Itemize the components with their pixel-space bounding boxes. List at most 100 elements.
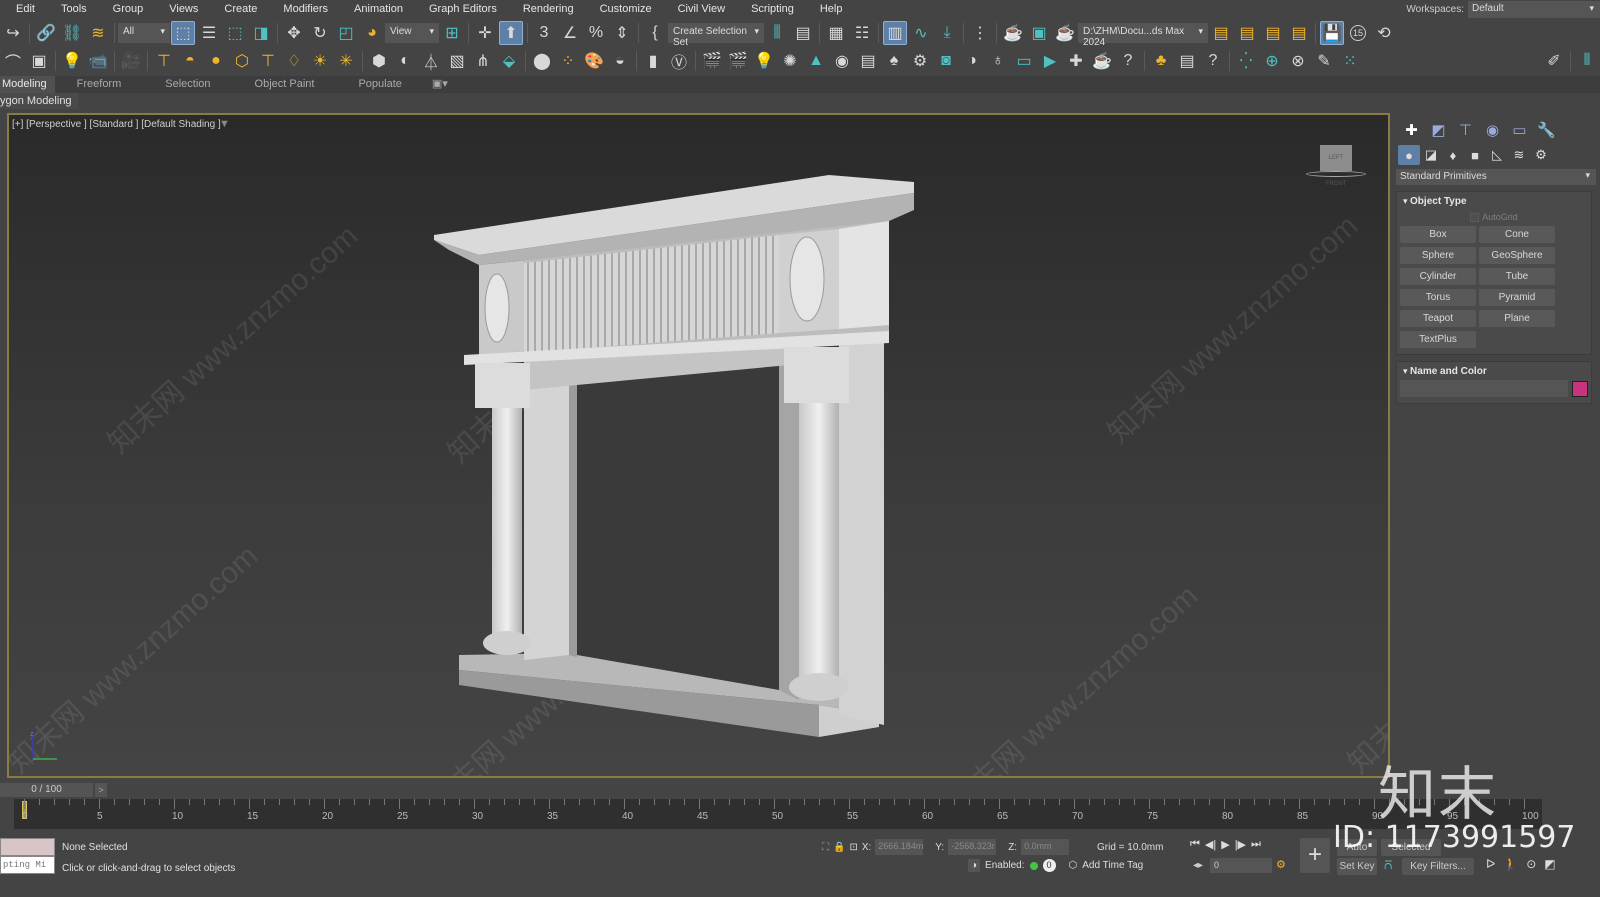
go-to-end-icon[interactable]: ⏭ [1251,838,1261,851]
play-icon[interactable]: ▶ [1221,838,1229,851]
material-palette-icon[interactable]: ◑ [960,49,984,73]
edit-named-selection-icon[interactable]: { [643,21,667,45]
scale-icon[interactable]: ◰ [334,21,358,45]
cylinder-button[interactable]: Cylinder [1400,268,1476,286]
object-color-swatch[interactable] [1572,380,1588,397]
ribbon-tab-populate[interactable]: Populate [336,76,423,93]
render-setup-icon[interactable]: ☕ [1001,21,1025,45]
fur-icon[interactable]: ▧ [445,49,469,73]
gear-icon[interactable]: ⚙ [908,49,932,73]
palette-icon[interactable]: 🎨 [582,49,606,73]
menu-customize[interactable]: Customize [586,3,664,15]
key-filters-button[interactable]: Key Filters... [1402,858,1474,875]
zoom-icon[interactable]: ᐅ [1486,857,1495,871]
panel-toggle-icon[interactable]: ⫴ [1575,49,1599,73]
spotlight-icon[interactable]: ⊤ [152,49,176,73]
listener-input[interactable]: pting Mi [0,856,55,874]
material-sphere-icon[interactable]: ⬤ [530,49,554,73]
set-keys-button[interactable]: + [1300,838,1330,873]
sun-icon[interactable]: ☀ [308,49,332,73]
move-icon[interactable]: ✥ [282,21,306,45]
fireplace-model[interactable] [9,115,1390,778]
pivot-center-icon[interactable]: ⊞ [440,21,464,45]
unlink-icon[interactable]: ⛓ [60,21,84,45]
helper-icon[interactable]: ⏃ [419,49,443,73]
tube-button[interactable]: Tube [1479,268,1555,286]
time-tag-icon[interactable]: ⬡ [1069,860,1078,871]
vfb-render-icon[interactable]: ▶ [1038,49,1062,73]
listener-output[interactable] [0,838,55,856]
hierarchy-tab-icon[interactable]: ⊤ [1452,119,1479,141]
align-icon[interactable]: ▤ [791,21,815,45]
selection-lock-icon[interactable]: 🔒 [833,842,845,853]
open-file-icon[interactable]: ▤ [1209,21,1233,45]
rectangular-selection-icon[interactable]: ⬚ [223,21,247,45]
teapot-icon[interactable]: ☕ [1090,49,1114,73]
menu-civil-view[interactable]: Civil View [664,3,737,15]
rotate-icon[interactable]: ↻ [308,21,332,45]
ribbon-tab-object-paint[interactable]: Object Paint [233,76,337,93]
current-frame-field[interactable]: 0 [1210,858,1272,873]
project-icon[interactable]: ▤ [1261,21,1285,45]
object-type-title[interactable]: Object Type [1397,192,1591,210]
lights-icon[interactable]: ♦ [1442,145,1464,165]
brush-icon[interactable]: ✐ [1542,49,1566,73]
ribbon-tab-freeform[interactable]: Freeform [55,76,144,93]
fire-icon[interactable]: ⬙ [497,49,521,73]
spinner-snap-icon[interactable]: ⇕ [610,21,634,45]
vray-icon[interactable]: Ⓥ [667,49,691,73]
target-icon[interactable]: ⊕ [1260,49,1284,73]
ribbon-tab-modeling[interactable]: Modeling [0,76,55,93]
ies-light-icon[interactable]: ♢ [282,49,306,73]
ribbon-options-icon[interactable]: ▣▾ [424,76,456,93]
project-folder-dropdown[interactable]: D:\ZHM\Docu...ds Max 2024 [1078,23,1208,48]
vfb-window-icon[interactable]: ▭ [1012,49,1036,73]
percent-snap-icon[interactable]: % [584,21,608,45]
keyboard-shortcut-override-icon[interactable]: ⬆ [499,21,523,45]
sphere-button[interactable]: Sphere [1400,247,1476,265]
geosphere-light-icon[interactable]: ⬡ [230,49,254,73]
menu-views[interactable]: Views [155,3,210,15]
viewcube-ring[interactable] [1306,171,1366,177]
placement-icon[interactable]: ◕ [360,21,384,45]
select-object-icon[interactable]: ⬚ [171,21,195,45]
viewcube[interactable]: LEFT FRONT [1306,145,1368,187]
dome-camera-icon[interactable]: 🎬 [726,49,750,73]
autobackup-icon[interactable]: 💾 [1320,21,1344,45]
motion-tab-icon[interactable]: ◉ [1479,119,1506,141]
display-tab-icon[interactable]: ▭ [1506,119,1533,141]
geometry-icon[interactable]: ● [1398,145,1420,165]
set-key-button[interactable]: Set Key [1337,858,1377,875]
omni-light-icon[interactable]: ✳ [334,49,358,73]
menu-graph-editors[interactable]: Graph Editors [415,3,509,15]
orbit-icon[interactable]: ⊗ [1286,49,1310,73]
x-coordinate-field[interactable]: 2666.184m [875,839,923,855]
container-icon[interactable]: ▣ [27,49,51,73]
box-button[interactable]: Box [1400,226,1476,244]
material-browser-icon[interactable]: ◒ [608,49,632,73]
sphere-object-icon[interactable]: ◐ [393,49,417,73]
cone-button[interactable]: Cone [1479,226,1555,244]
link-icon[interactable]: 🔗 [34,21,58,45]
key-mode-icon[interactable]: ◂▸ [1193,860,1203,871]
menu-animation[interactable]: Animation [340,3,415,15]
next-frame-button[interactable]: > [95,783,107,797]
go-to-start-icon[interactable]: ⏮ [1190,838,1200,851]
enabled-count[interactable]: 0 [1042,859,1056,872]
next-frame-icon[interactable]: |▶ [1235,838,1246,851]
time-config-icon[interactable]: ⚙ [1276,858,1286,871]
multi-material-icon[interactable]: ⁘ [556,49,580,73]
menu-edit[interactable]: Edit [0,3,47,15]
menu-tools[interactable]: Tools [47,3,99,15]
tree-icon[interactable]: ♠ [882,49,906,73]
scatter-icon[interactable]: ⁛ [1234,49,1258,73]
y-coordinate-field[interactable]: -2568.323r [948,839,997,855]
maximize-viewport-icon[interactable]: ◩ [1544,857,1555,871]
maxscript-mini-listener[interactable]: pting Mi [0,838,55,878]
pyramid-button[interactable]: Pyramid [1479,289,1555,307]
render-production-icon[interactable]: ☕ [1053,21,1077,45]
polygon-modeling-label[interactable]: ygon Modeling [0,93,78,109]
grass-icon[interactable]: ⋔ [471,49,495,73]
helpers-icon[interactable]: ◺ [1486,145,1508,165]
file-list-icon[interactable]: ▤ [856,49,880,73]
